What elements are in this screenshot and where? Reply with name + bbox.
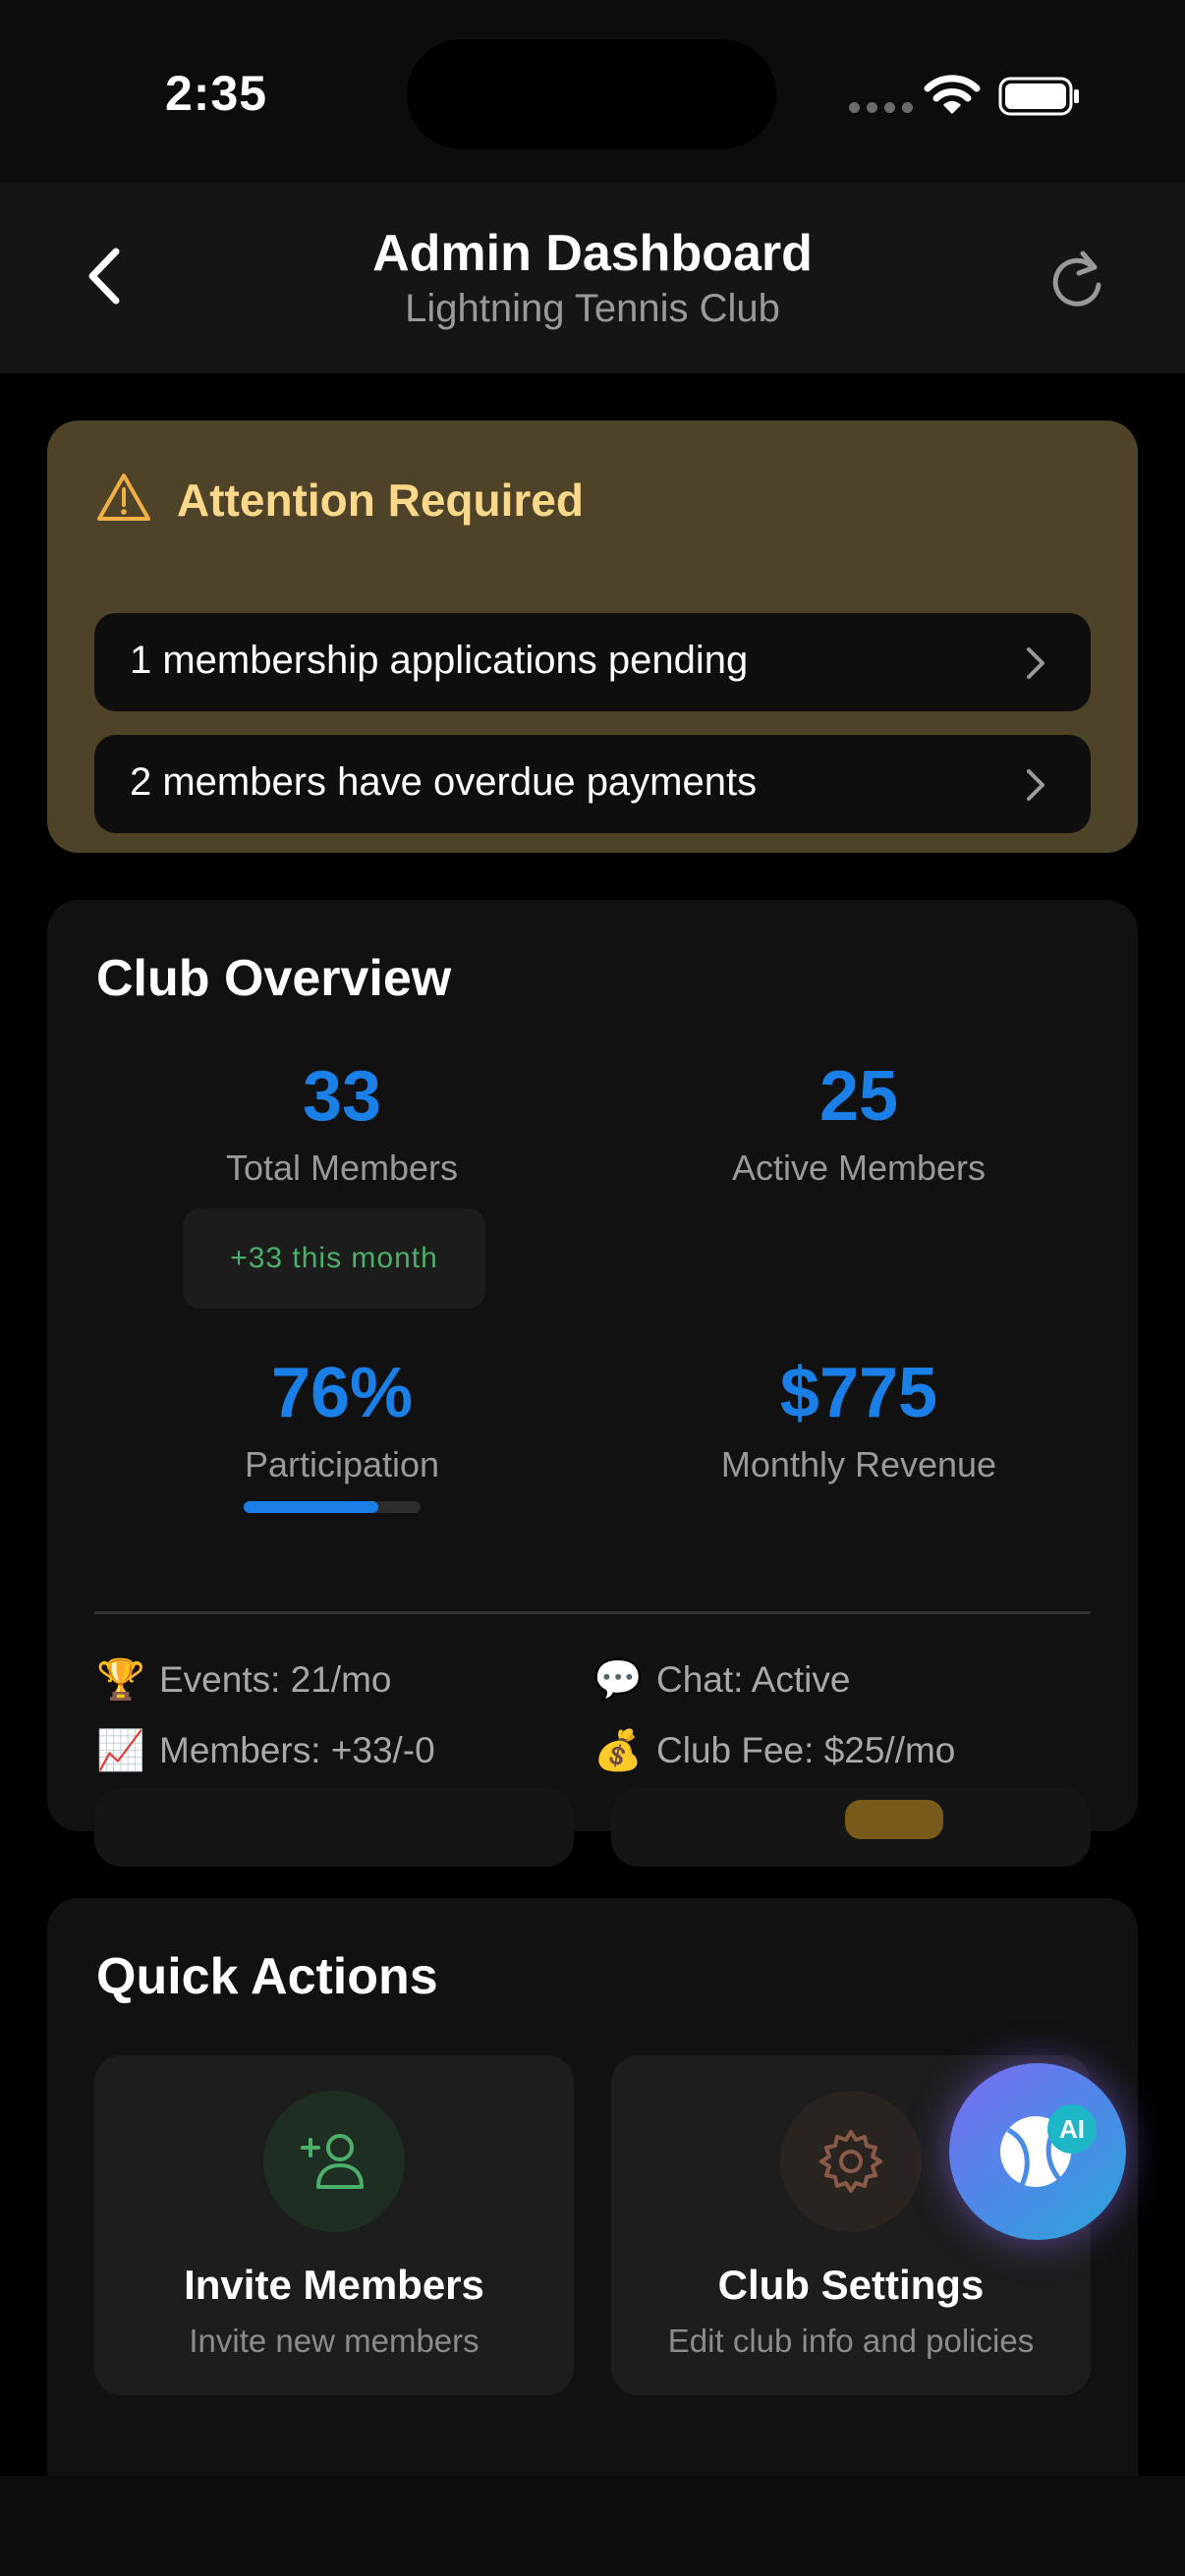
tile-description: Invite new members [189,2323,480,2359]
chevron-right-icon [1027,647,1044,679]
add-user-icon [263,2091,405,2232]
stat-value: 25 [818,1057,899,1136]
info-label: Club Fee: $25//mo [656,1729,956,1770]
divider [94,1611,1091,1614]
invite-members-button[interactable]: Invite Members Invite new members [94,2055,574,2395]
app-header: Admin Dashboard Lightning Tennis Club [0,183,1185,373]
chevron-right-icon [1027,769,1044,801]
active-members-stat: 25 Active Members [623,1057,1095,1189]
info-chat: 💬 Chat: Active [593,1656,850,1703]
gear-icon [780,2091,922,2232]
bottom-safe-area [0,2476,1185,2576]
status-bar: 2:35 [0,0,1185,183]
refresh-button[interactable] [1047,248,1106,310]
overview-title: Club Overview [96,950,452,1007]
battery-icon [998,77,1079,116]
participation-stat: 76% Participation [106,1354,578,1485]
action-tile-partial[interactable] [94,1788,574,1867]
alert-overdue-payments[interactable]: 2 members have overdue payments [94,735,1091,833]
attention-title: Attention Required [177,475,584,526]
speech-bubble-icon: 💬 [593,1658,643,1702]
tile-description: Edit club info and policies [667,2323,1035,2359]
info-events: 🏆 Events: 21/mo [96,1656,392,1703]
info-label: Members: +33/-0 [159,1729,435,1770]
total-members-stat: 33 Total Members [106,1057,578,1189]
club-overview-card: Club Overview 33 Total Members +33 this … [47,900,1138,1831]
status-time: 2:35 [165,66,268,121]
wifi-icon [924,75,981,114]
stat-value: 76% [270,1354,414,1432]
cellular-signal-icon [849,102,913,113]
info-label: Events: 21/mo [159,1658,392,1700]
warning-icon [97,474,150,521]
page-subtitle: Lightning Tennis Club [405,287,780,330]
page-title: Admin Dashboard [372,225,813,282]
notification-badge [845,1800,943,1839]
alert-label: 1 membership applications pending [130,639,749,682]
alert-label: 2 members have overdue payments [130,760,758,804]
stat-label: Total Members [225,1148,459,1188]
tile-title: Invite Members [184,2262,484,2308]
ai-assistant-button[interactable]: AI [949,2063,1126,2240]
money-bag-icon: 💰 [593,1729,643,1772]
ai-badge: AI [1047,2104,1097,2154]
stat-label: Monthly Revenue [720,1444,997,1484]
stat-value: 33 [302,1057,382,1136]
alert-pending-applications[interactable]: 1 membership applications pending [94,613,1091,711]
attention-card: Attention Required 1 membership applicat… [47,420,1138,853]
trophy-icon: 🏆 [96,1658,145,1702]
tile-title: Club Settings [717,2262,985,2308]
quick-actions-title: Quick Actions [96,1948,438,2005]
info-members: 📈 Members: +33/-0 [96,1727,435,1773]
info-club-fee: 💰 Club Fee: $25//mo [593,1727,955,1773]
stat-value: $775 [779,1354,938,1432]
stat-label: Participation [244,1444,440,1484]
info-label: Chat: Active [656,1658,851,1700]
chart-up-icon: 📈 [96,1729,145,1772]
stat-label: Active Members [731,1148,987,1188]
monthly-revenue-stat: $775 Monthly Revenue [623,1354,1095,1485]
action-tile-partial[interactable] [611,1788,1091,1867]
dynamic-island [407,39,776,149]
progress-fill [244,1501,378,1513]
participation-progress-bar [244,1501,421,1513]
growth-badge: +33 this month [183,1208,485,1309]
